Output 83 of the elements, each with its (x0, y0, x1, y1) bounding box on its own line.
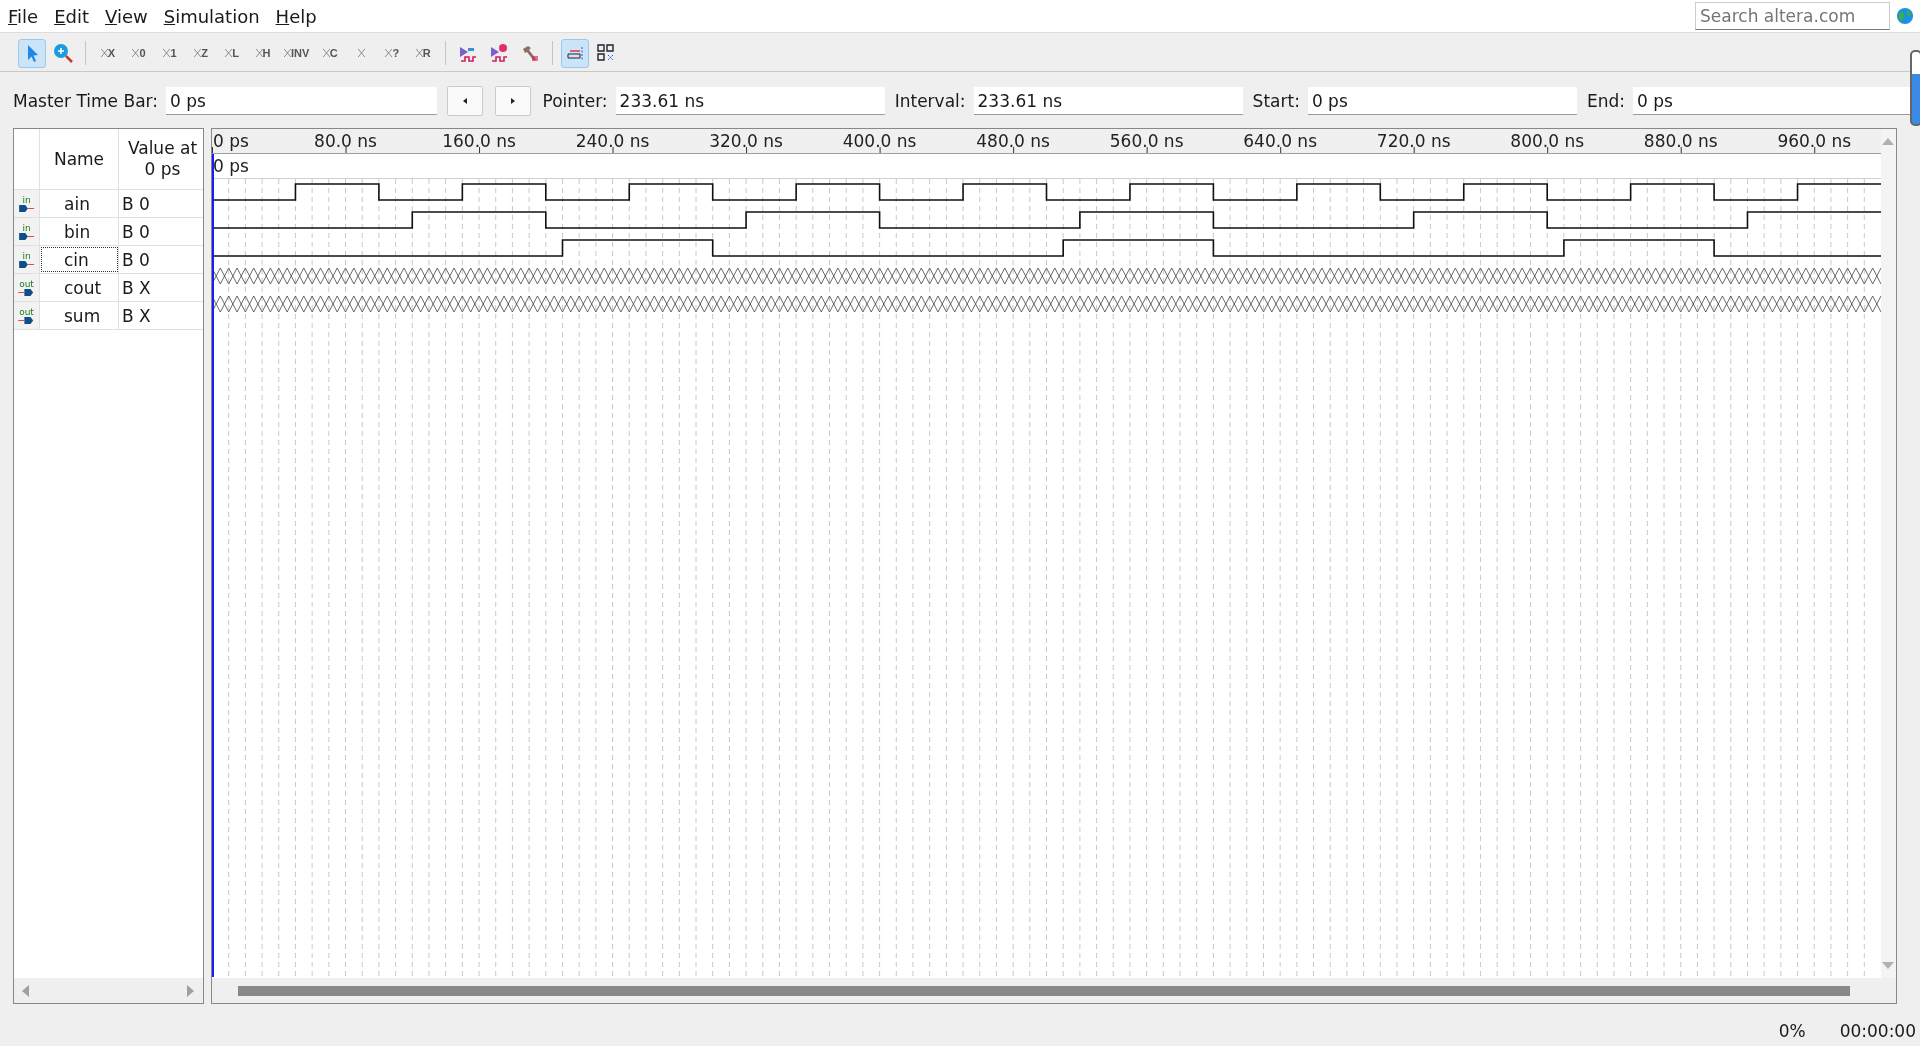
waveform-value-tool[interactable]: 0 (125, 38, 153, 68)
field-label: Pointer: (542, 91, 608, 111)
crossing-icon (415, 46, 423, 60)
signal-name[interactable]: sum (40, 302, 119, 329)
scroll-down-icon[interactable] (1882, 962, 1895, 970)
hammer-icon (520, 43, 541, 63)
time-tick-label: 320.0 ns (709, 131, 783, 151)
scroll-left-icon[interactable] (22, 984, 30, 997)
waveform-value-tool[interactable]: ? (378, 38, 407, 68)
progress-percent: 0% (1778, 1021, 1806, 1041)
signal-value: B 0 (121, 220, 151, 244)
start-field[interactable]: 0 ps (1307, 87, 1577, 115)
output-pin-icon: out (14, 302, 40, 329)
simulate-icon (489, 43, 510, 63)
master-time-bar-field[interactable]: 0 ps (165, 87, 437, 115)
crossing-icon (132, 46, 140, 60)
window-scrollbar-thumb[interactable] (1910, 50, 1920, 126)
zoom-icon (53, 43, 73, 63)
field-label: Start: (1252, 91, 1300, 111)
crossing-icon (385, 46, 393, 60)
crossing-icon (255, 46, 263, 60)
menu-item[interactable]: Help (275, 5, 317, 27)
time-tick-label: 880.0 ns (1643, 131, 1718, 151)
waveform-value-tool[interactable]: H (249, 38, 277, 68)
field-label: End: (1586, 91, 1625, 111)
globe-icon[interactable] (1896, 7, 1914, 25)
time-tick-label: 800.0 ns (1510, 131, 1585, 151)
time-tick-label: 720.0 ns (1376, 131, 1451, 151)
signal-value: B X (121, 276, 152, 300)
pointer-field[interactable]: 233.61 ns (615, 87, 885, 115)
scrollbar-thumb[interactable] (238, 985, 1850, 996)
output-pin-icon: out (14, 274, 40, 301)
waveform-value-tool[interactable]: 1 (156, 38, 184, 68)
input-pin-icon: in (14, 246, 40, 273)
signal-name[interactable]: ain (40, 190, 119, 217)
waveform-value-tool[interactable]: X (94, 38, 122, 68)
crossing-icon (100, 46, 108, 60)
pointer-tool[interactable] (18, 38, 46, 68)
crossing-icon (225, 46, 233, 60)
field-label: Interval: (894, 91, 966, 111)
crossing-icon (194, 46, 202, 60)
left-triangle-icon (461, 97, 468, 105)
input-pin-icon: in (14, 190, 40, 217)
menu-item[interactable]: Simulation (163, 5, 260, 27)
menu-item[interactable]: Edit (54, 5, 89, 27)
signal-name[interactable]: cin (40, 246, 119, 273)
elapsed-time: 00:00:00 (1839, 1021, 1916, 1041)
waveform-value-tool[interactable]: Z (187, 38, 215, 68)
field-label: Master Time Bar: (13, 91, 158, 111)
signal-value: B 0 (121, 248, 151, 272)
menu-item[interactable]: File (8, 5, 39, 27)
time-tick-label: 400.0 ns (842, 131, 917, 151)
crossing-icon (322, 46, 330, 60)
signal-name[interactable]: cout (40, 274, 119, 301)
end-field[interactable]: 0 ps (1633, 87, 1910, 115)
time-tick-label: 560.0 ns (1109, 131, 1184, 151)
time-tick-label: 0 ps (213, 131, 249, 151)
crossing-icon (284, 46, 291, 60)
waveform-value-tool[interactable]: R (409, 38, 438, 68)
cursor-time-label: 0 ps (213, 156, 249, 176)
time-tick-label: 480.0 ns (976, 131, 1050, 151)
right-triangle-icon (509, 97, 516, 105)
interval-field[interactable]: 233.61 ns (973, 87, 1243, 115)
input-pin-icon: in (14, 218, 40, 245)
signal-value: B 0 (121, 192, 151, 216)
time-tick-label: 240.0 ns (575, 131, 650, 151)
waveform-value-tool[interactable]: C (316, 38, 345, 68)
snap-tool[interactable] (561, 38, 590, 68)
time-tick-label: 80.0 ns (314, 131, 377, 151)
time-tick-label: 160.0 ns (442, 131, 516, 151)
time-tick-label: 640.0 ns (1243, 131, 1317, 151)
menu-item[interactable]: View (105, 5, 148, 27)
signal-value: B X (121, 304, 152, 328)
scroll-right-icon[interactable] (187, 984, 195, 997)
signal-name[interactable]: bin (40, 218, 119, 245)
grid-icon (596, 43, 617, 63)
waveform-value-tool[interactable]: L (218, 38, 246, 68)
waveform-value-tool[interactable]: INV (280, 38, 314, 68)
crossing-icon (357, 46, 365, 60)
scroll-up-icon[interactable] (1882, 137, 1895, 145)
crossing-icon (163, 46, 171, 60)
time-tick-label: 960.0 ns (1777, 131, 1852, 151)
search-field[interactable]: Search altera.com (1695, 2, 1890, 30)
